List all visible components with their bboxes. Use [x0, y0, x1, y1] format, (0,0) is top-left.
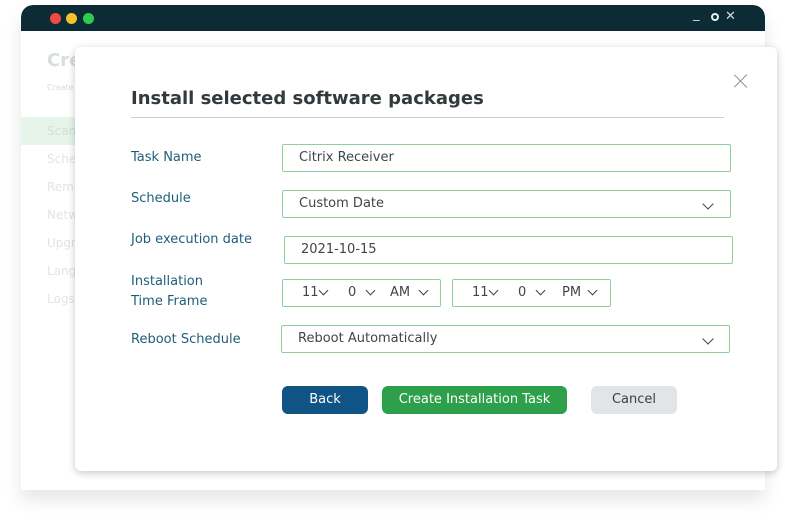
dialog-title: Install selected software packages [131, 88, 484, 109]
sidebar-item-schedule[interactable]: Sche [21, 145, 81, 173]
task-name-input[interactable]: Citrix Receiver [282, 144, 731, 172]
minimize-icon[interactable]: _ [693, 7, 700, 23]
window-minimize-dot[interactable] [66, 13, 77, 24]
chevron-down-icon [702, 333, 714, 345]
sidebar-item-network[interactable]: Netw [21, 201, 81, 229]
schedule-label: Schedule [131, 191, 191, 206]
chevron-down-icon [702, 198, 714, 210]
time-frame-label-line2: Time Frame [131, 294, 208, 309]
end-meridiem-select[interactable]: PM [562, 280, 581, 306]
reboot-schedule-select[interactable]: Reboot Automatically [281, 325, 730, 353]
schedule-value: Custom Date [299, 196, 385, 211]
sidebar-item-scan[interactable]: Scan [21, 117, 81, 145]
background-sidebar: Scan Sche Rem Netw Upgr Lang Logs [21, 117, 81, 313]
task-name-label: Task Name [131, 150, 202, 165]
chevron-down-icon[interactable] [318, 285, 329, 296]
chevron-down-icon[interactable] [418, 285, 429, 296]
install-dialog: Install selected software packages Task … [75, 47, 777, 471]
sidebar-item-logs[interactable]: Logs [21, 285, 81, 313]
end-time-picker: 11 0 PM [452, 279, 611, 307]
window-close-icon[interactable]: ✕ [725, 9, 736, 25]
chevron-down-icon[interactable] [488, 285, 499, 296]
schedule-select[interactable]: Custom Date [282, 190, 731, 218]
start-time-picker: 11 0 AM [282, 279, 441, 307]
start-hour-select[interactable]: 11 [302, 280, 319, 306]
sidebar-item-remote[interactable]: Rem [21, 173, 81, 201]
end-hour-select[interactable]: 11 [472, 280, 489, 306]
back-button[interactable]: Back [282, 386, 368, 414]
sidebar-item-upgrade[interactable]: Upgr [21, 229, 81, 257]
window-close-dot[interactable] [50, 13, 61, 24]
window-titlebar: _ ✕ [21, 5, 765, 31]
background-page-subtitle: Create [47, 83, 74, 92]
end-minute-select[interactable]: 0 [518, 280, 526, 306]
start-minute-select[interactable]: 0 [348, 280, 356, 306]
start-meridiem-select[interactable]: AM [390, 280, 410, 306]
job-date-input[interactable]: 2021-10-15 [284, 236, 733, 264]
reboot-schedule-value: Reboot Automatically [298, 331, 438, 346]
sidebar-item-language[interactable]: Lang [21, 257, 81, 285]
close-icon[interactable] [731, 71, 751, 91]
cancel-button[interactable]: Cancel [591, 386, 677, 414]
chevron-down-icon[interactable] [587, 285, 598, 296]
title-divider [131, 117, 724, 118]
reboot-schedule-label: Reboot Schedule [131, 332, 241, 347]
window-zoom-dot[interactable] [83, 13, 94, 24]
chevron-down-icon[interactable] [535, 285, 546, 296]
chevron-down-icon[interactable] [365, 285, 376, 296]
time-frame-label-line1: Installation [131, 274, 204, 289]
job-date-label: Job execution date [131, 232, 252, 247]
create-installation-task-button[interactable]: Create Installation Task [382, 386, 567, 414]
maximize-icon[interactable] [711, 13, 719, 21]
